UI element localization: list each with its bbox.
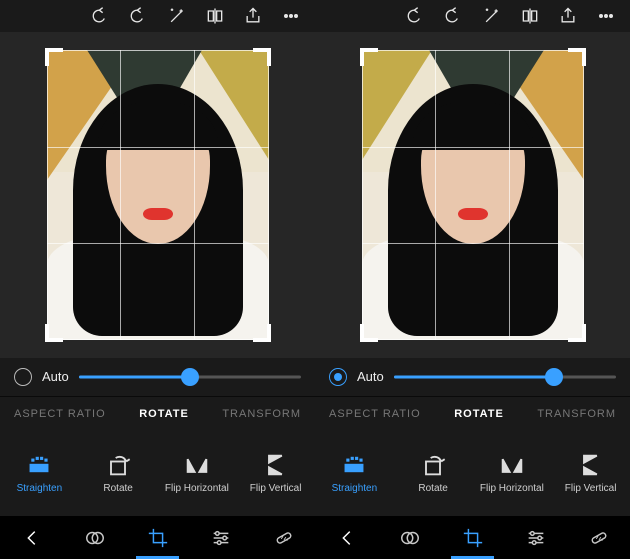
crop-frame[interactable] [47,50,269,340]
tool-label: Rotate [418,483,447,494]
crop-handle-bl[interactable] [45,324,63,342]
tool-label: Straighten [17,483,63,494]
compare-icon[interactable] [205,6,225,26]
tool-label: Straighten [332,483,378,494]
tab-aspect-ratio[interactable]: ASPECT RATIO [323,408,427,420]
share-icon[interactable] [243,6,263,26]
tool-straighten[interactable]: Straighten [320,453,388,494]
rotate-icon [419,453,447,477]
nav-heal[interactable] [252,516,315,559]
tool-rotate[interactable]: Rotate [84,453,152,494]
auto-label: Auto [42,369,69,384]
tool-flip-vertical[interactable]: Flip Vertical [242,453,310,494]
crop-tabs: ASPECT RATIO ROTATE TRANSFORM [315,396,630,431]
flip-vertical-icon [577,453,605,477]
auto-label: Auto [357,369,384,384]
crop-handle-bl[interactable] [568,324,586,342]
tab-rotate[interactable]: ROTATE [133,408,195,420]
more-icon[interactable] [281,6,301,26]
tab-rotate[interactable]: ROTATE [448,408,510,420]
nav-back[interactable] [0,516,63,559]
straighten-slider[interactable] [394,367,616,387]
top-toolbar [315,0,630,32]
flip-vertical-icon [262,453,290,477]
tool-label: Flip Vertical [565,483,617,494]
undo-icon[interactable] [406,6,426,26]
nav-crop[interactable] [126,516,189,559]
crop-grid-overlay [47,50,269,340]
more-icon[interactable] [596,6,616,26]
crop-handle-br[interactable] [253,324,271,342]
auto-radio[interactable] [14,368,32,386]
tool-label: Rotate [103,483,132,494]
tab-transform[interactable]: TRANSFORM [531,408,622,420]
tool-label: Flip Vertical [250,483,302,494]
rotate-icon [104,453,132,477]
tool-rotate[interactable]: Rotate [399,453,467,494]
magic-wand-icon[interactable] [167,6,187,26]
tool-label: Flip Horizontal [480,483,544,494]
tool-straighten[interactable]: Straighten [5,453,73,494]
magic-wand-icon[interactable] [482,6,502,26]
straighten-slider[interactable] [79,367,301,387]
tool-flip-horizontal[interactable]: Flip Horizontal [163,453,231,494]
flip-horizontal-icon [183,453,211,477]
image-canvas[interactable] [0,32,315,358]
crop-frame[interactable] [362,50,584,340]
tab-transform[interactable]: TRANSFORM [216,408,307,420]
auto-radio[interactable] [329,368,347,386]
nav-back[interactable] [315,516,378,559]
straighten-icon [25,453,53,477]
tool-flip-horizontal[interactable]: Flip Horizontal [478,453,546,494]
undo-icon[interactable] [91,6,111,26]
nav-looks[interactable] [378,516,441,559]
crop-grid-overlay [362,50,584,340]
crop-handle-br[interactable] [360,324,378,342]
compare-icon[interactable] [520,6,540,26]
rotate-tools: Straighten Rotate Flip Horizontal Flip V… [315,431,630,517]
nav-crop[interactable] [441,516,504,559]
flip-horizontal-icon [498,453,526,477]
crop-handle-tr[interactable] [360,48,378,66]
crop-tabs: ASPECT RATIO ROTATE TRANSFORM [0,396,315,431]
image-canvas[interactable] [315,32,630,358]
share-icon[interactable] [558,6,578,26]
bottom-nav [315,516,630,559]
redo-icon[interactable] [444,6,464,26]
nav-adjust[interactable] [504,516,567,559]
tool-flip-vertical[interactable]: Flip Vertical [557,453,625,494]
crop-handle-tr[interactable] [253,48,271,66]
app-stage: Auto ASPECT RATIO ROTATE TRANSFORM Strai… [0,0,630,559]
tool-label: Flip Horizontal [165,483,229,494]
nav-adjust[interactable] [189,516,252,559]
bottom-nav [0,516,315,559]
editor-pane-left: Auto ASPECT RATIO ROTATE TRANSFORM Strai… [0,0,315,559]
auto-row: Auto [0,358,315,396]
auto-row: Auto [315,358,630,396]
crop-handle-tl[interactable] [568,48,586,66]
nav-looks[interactable] [63,516,126,559]
nav-heal[interactable] [567,516,630,559]
top-toolbar [0,0,315,32]
editor-pane-right: Auto ASPECT RATIO ROTATE TRANSFORM Strai… [315,0,630,559]
rotate-tools: Straighten Rotate Flip Horizontal Flip V… [0,431,315,517]
redo-icon[interactable] [129,6,149,26]
straighten-icon [340,453,368,477]
crop-handle-tl[interactable] [45,48,63,66]
tab-aspect-ratio[interactable]: ASPECT RATIO [8,408,112,420]
